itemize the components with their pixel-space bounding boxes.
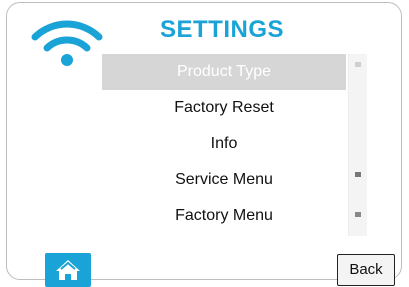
scrollbar-marker (355, 212, 361, 217)
menu-item-product-type[interactable]: Product Type (102, 54, 346, 90)
back-button[interactable]: Back (337, 254, 395, 286)
home-icon (56, 260, 80, 280)
menu-item-factory-menu[interactable]: Factory Menu (102, 198, 346, 234)
page-title: SETTINGS (159, 16, 284, 43)
scrollbar-thumb[interactable] (355, 172, 361, 177)
scrollbar-marker (355, 62, 361, 67)
settings-screen: SETTINGS Product Type Factory Reset Info… (6, 2, 402, 287)
wifi-icon (31, 20, 103, 66)
home-button[interactable] (45, 253, 91, 287)
menu-item-factory-reset[interactable]: Factory Reset (102, 90, 346, 126)
menu-scrollbar[interactable] (348, 54, 367, 236)
menu-item-service-menu[interactable]: Service Menu (102, 162, 346, 198)
menu-item-info[interactable]: Info (102, 126, 346, 162)
settings-menu: Product Type Factory Reset Info Service … (102, 54, 346, 236)
